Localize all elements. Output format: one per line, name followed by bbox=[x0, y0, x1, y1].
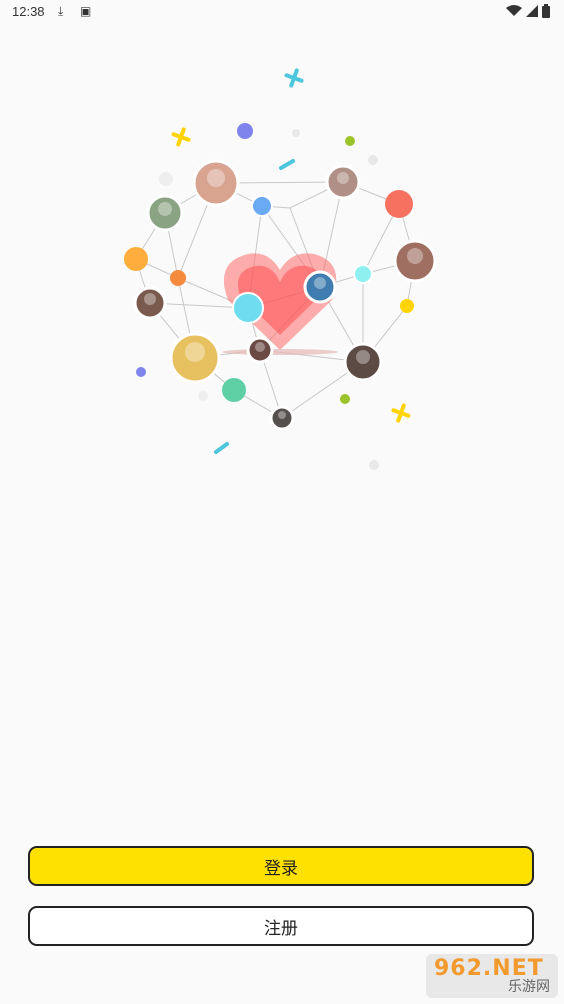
wifi-icon bbox=[506, 5, 522, 16]
status-bar: 12:38 ⤓ ▣ bbox=[0, 0, 564, 24]
network-heart-illustration bbox=[124, 68, 437, 470]
battery-icon bbox=[542, 4, 550, 18]
signal-icon bbox=[526, 5, 538, 17]
register-button[interactable]: 注册 bbox=[28, 906, 534, 946]
status-time: 12:38 bbox=[12, 4, 45, 19]
login-button[interactable]: 登录 bbox=[28, 846, 534, 886]
site-watermark: 962.NET 乐游网 bbox=[426, 954, 558, 998]
app-notification-icon: ▣ bbox=[80, 4, 92, 18]
watermark-site-name: 乐游网 bbox=[508, 979, 550, 995]
download-icon: ⤓ bbox=[58, 4, 64, 18]
